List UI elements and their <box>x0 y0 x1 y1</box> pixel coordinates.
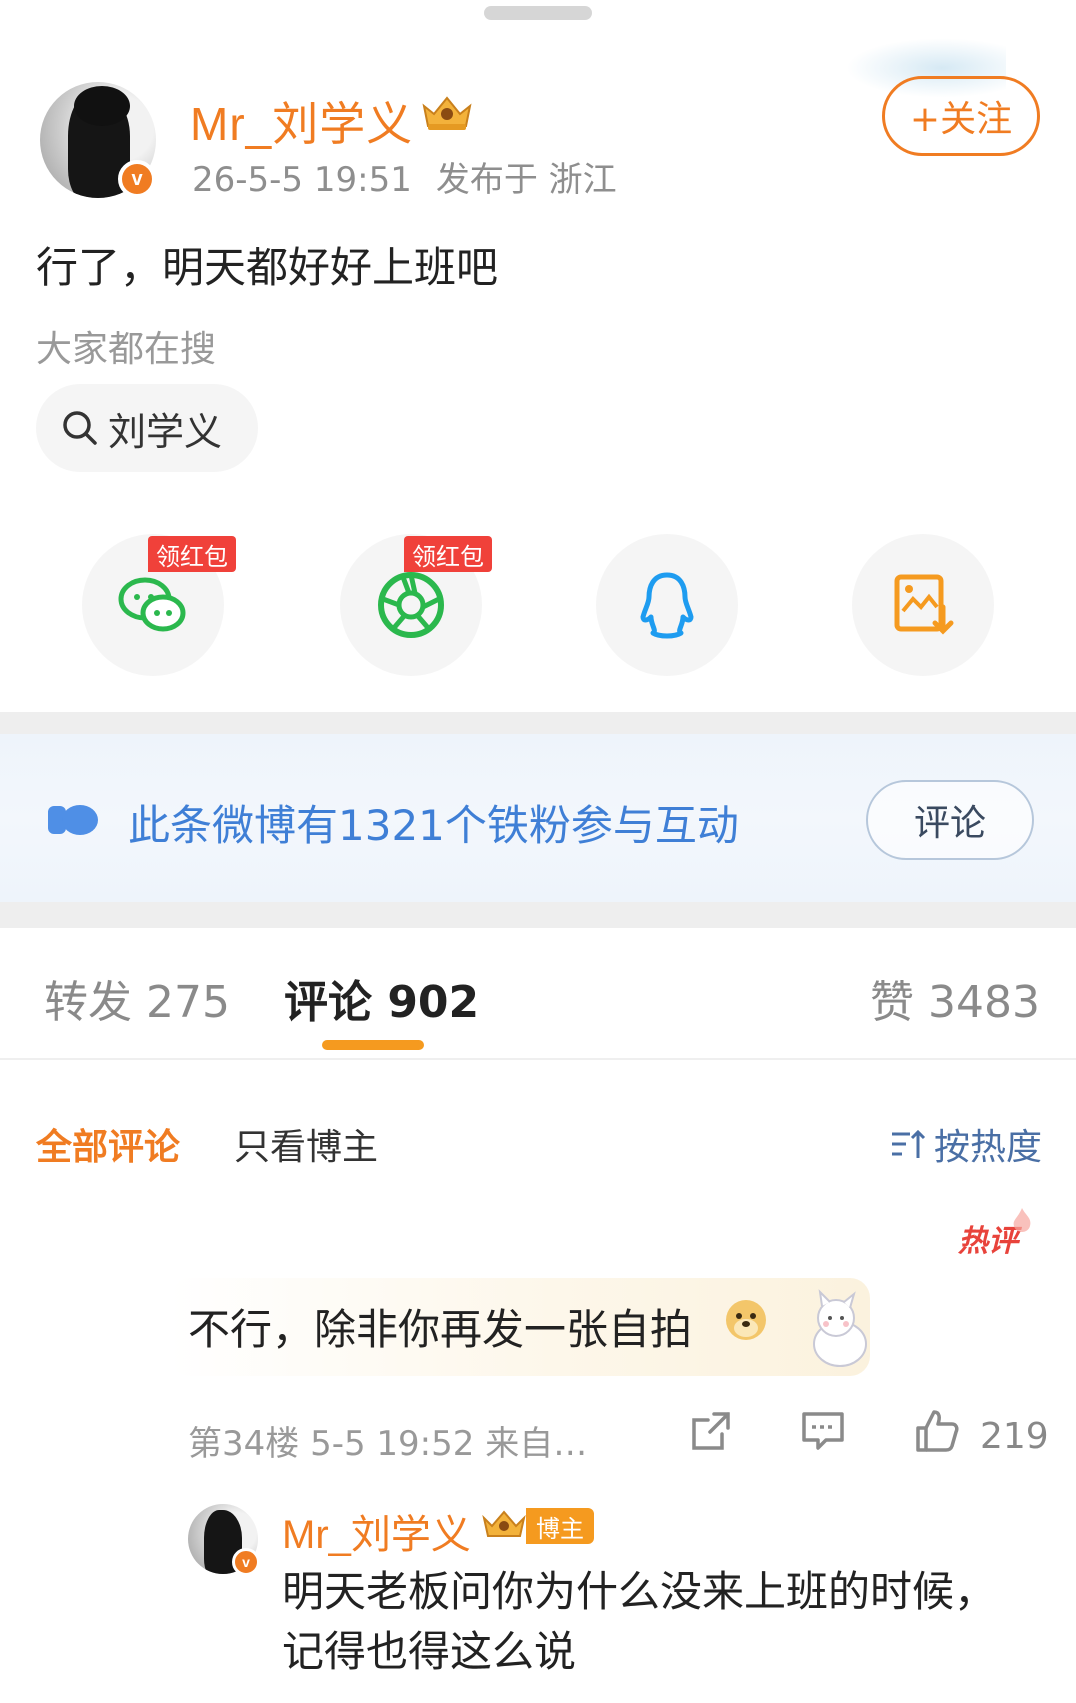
section-divider <box>0 712 1076 734</box>
save-image-button[interactable] <box>852 534 994 676</box>
section-divider-2 <box>0 902 1076 928</box>
redpack-tag: 领红包 <box>148 536 236 572</box>
doge-emoji-icon <box>726 1300 766 1340</box>
hot-flame-icon <box>1013 1208 1031 1232</box>
author-name[interactable]: Mr_刘学义 <box>190 88 413 154</box>
search-icon <box>63 411 97 445</box>
filter-all-comments[interactable]: 全部评论 <box>36 1118 180 1170</box>
sort-label: 按热度 <box>934 1127 1043 1168</box>
fan-icon <box>48 805 98 835</box>
crown-badge-icon <box>422 96 472 130</box>
tab-divider <box>0 1058 1076 1060</box>
reply-author-name[interactable]: Mr_刘学义 <box>282 1502 471 1560</box>
wechat-icon <box>118 577 186 632</box>
fan-banner-text: 此条微博有1321个铁粉参与互动 <box>128 801 739 850</box>
trending-search-label: 大家都在搜 <box>36 329 217 370</box>
sheet-drag-handle[interactable] <box>484 6 592 20</box>
follow-button[interactable]: +关注 <box>882 76 1040 156</box>
post-location: 发布于 浙江 <box>435 160 617 200</box>
sort-by-hot-button[interactable]: 按热度 <box>890 1118 1042 1170</box>
qq-icon <box>640 572 694 639</box>
comment-meta: 第34楼 5-5 19:52 来自… <box>188 1424 588 1464</box>
moments-icon <box>378 572 444 638</box>
share-qq-button[interactable] <box>596 534 738 676</box>
like-count: 219 <box>980 1416 1049 1457</box>
reply-comment-icon[interactable] <box>800 1408 846 1454</box>
post-content: 行了，明天都好好上班吧 <box>36 243 499 292</box>
active-tab-indicator <box>322 1040 424 1050</box>
tab-comment[interactable]: 评论 902 <box>284 966 479 1030</box>
post-meta: 26-5-5 19:51 发布于 浙江 <box>192 152 641 201</box>
post-time: 26-5-5 19:51 <box>192 160 412 200</box>
verified-badge-icon: v <box>118 160 156 198</box>
search-chip-label: 刘学义 <box>108 409 223 454</box>
filter-author-only[interactable]: 只看博主 <box>234 1118 378 1170</box>
save-image-icon <box>894 574 954 635</box>
tab-like[interactable]: 赞 3483 <box>870 966 1040 1030</box>
search-chip[interactable]: 刘学义 <box>36 384 258 472</box>
sort-icon <box>892 1129 926 1158</box>
author-tag: 博主 <box>526 1508 594 1544</box>
reply-crown-badge-icon <box>482 1510 526 1537</box>
fan-comment-button[interactable]: 评论 <box>866 780 1034 860</box>
share-comment-icon[interactable] <box>688 1408 734 1454</box>
comment-text: 不行，除非你再发一张自拍 <box>188 1305 693 1354</box>
redpack-tag-2: 领红包 <box>404 536 492 572</box>
tab-repost[interactable]: 转发 275 <box>44 966 230 1030</box>
cat-decoration-icon <box>813 1289 867 1367</box>
reply-text: 明天老板问你为什么没来上班的时候，记得也得这么说 <box>282 1567 997 1676</box>
like-thumb-icon[interactable] <box>914 1408 960 1454</box>
reply-verified-badge-icon: v <box>232 1548 260 1576</box>
